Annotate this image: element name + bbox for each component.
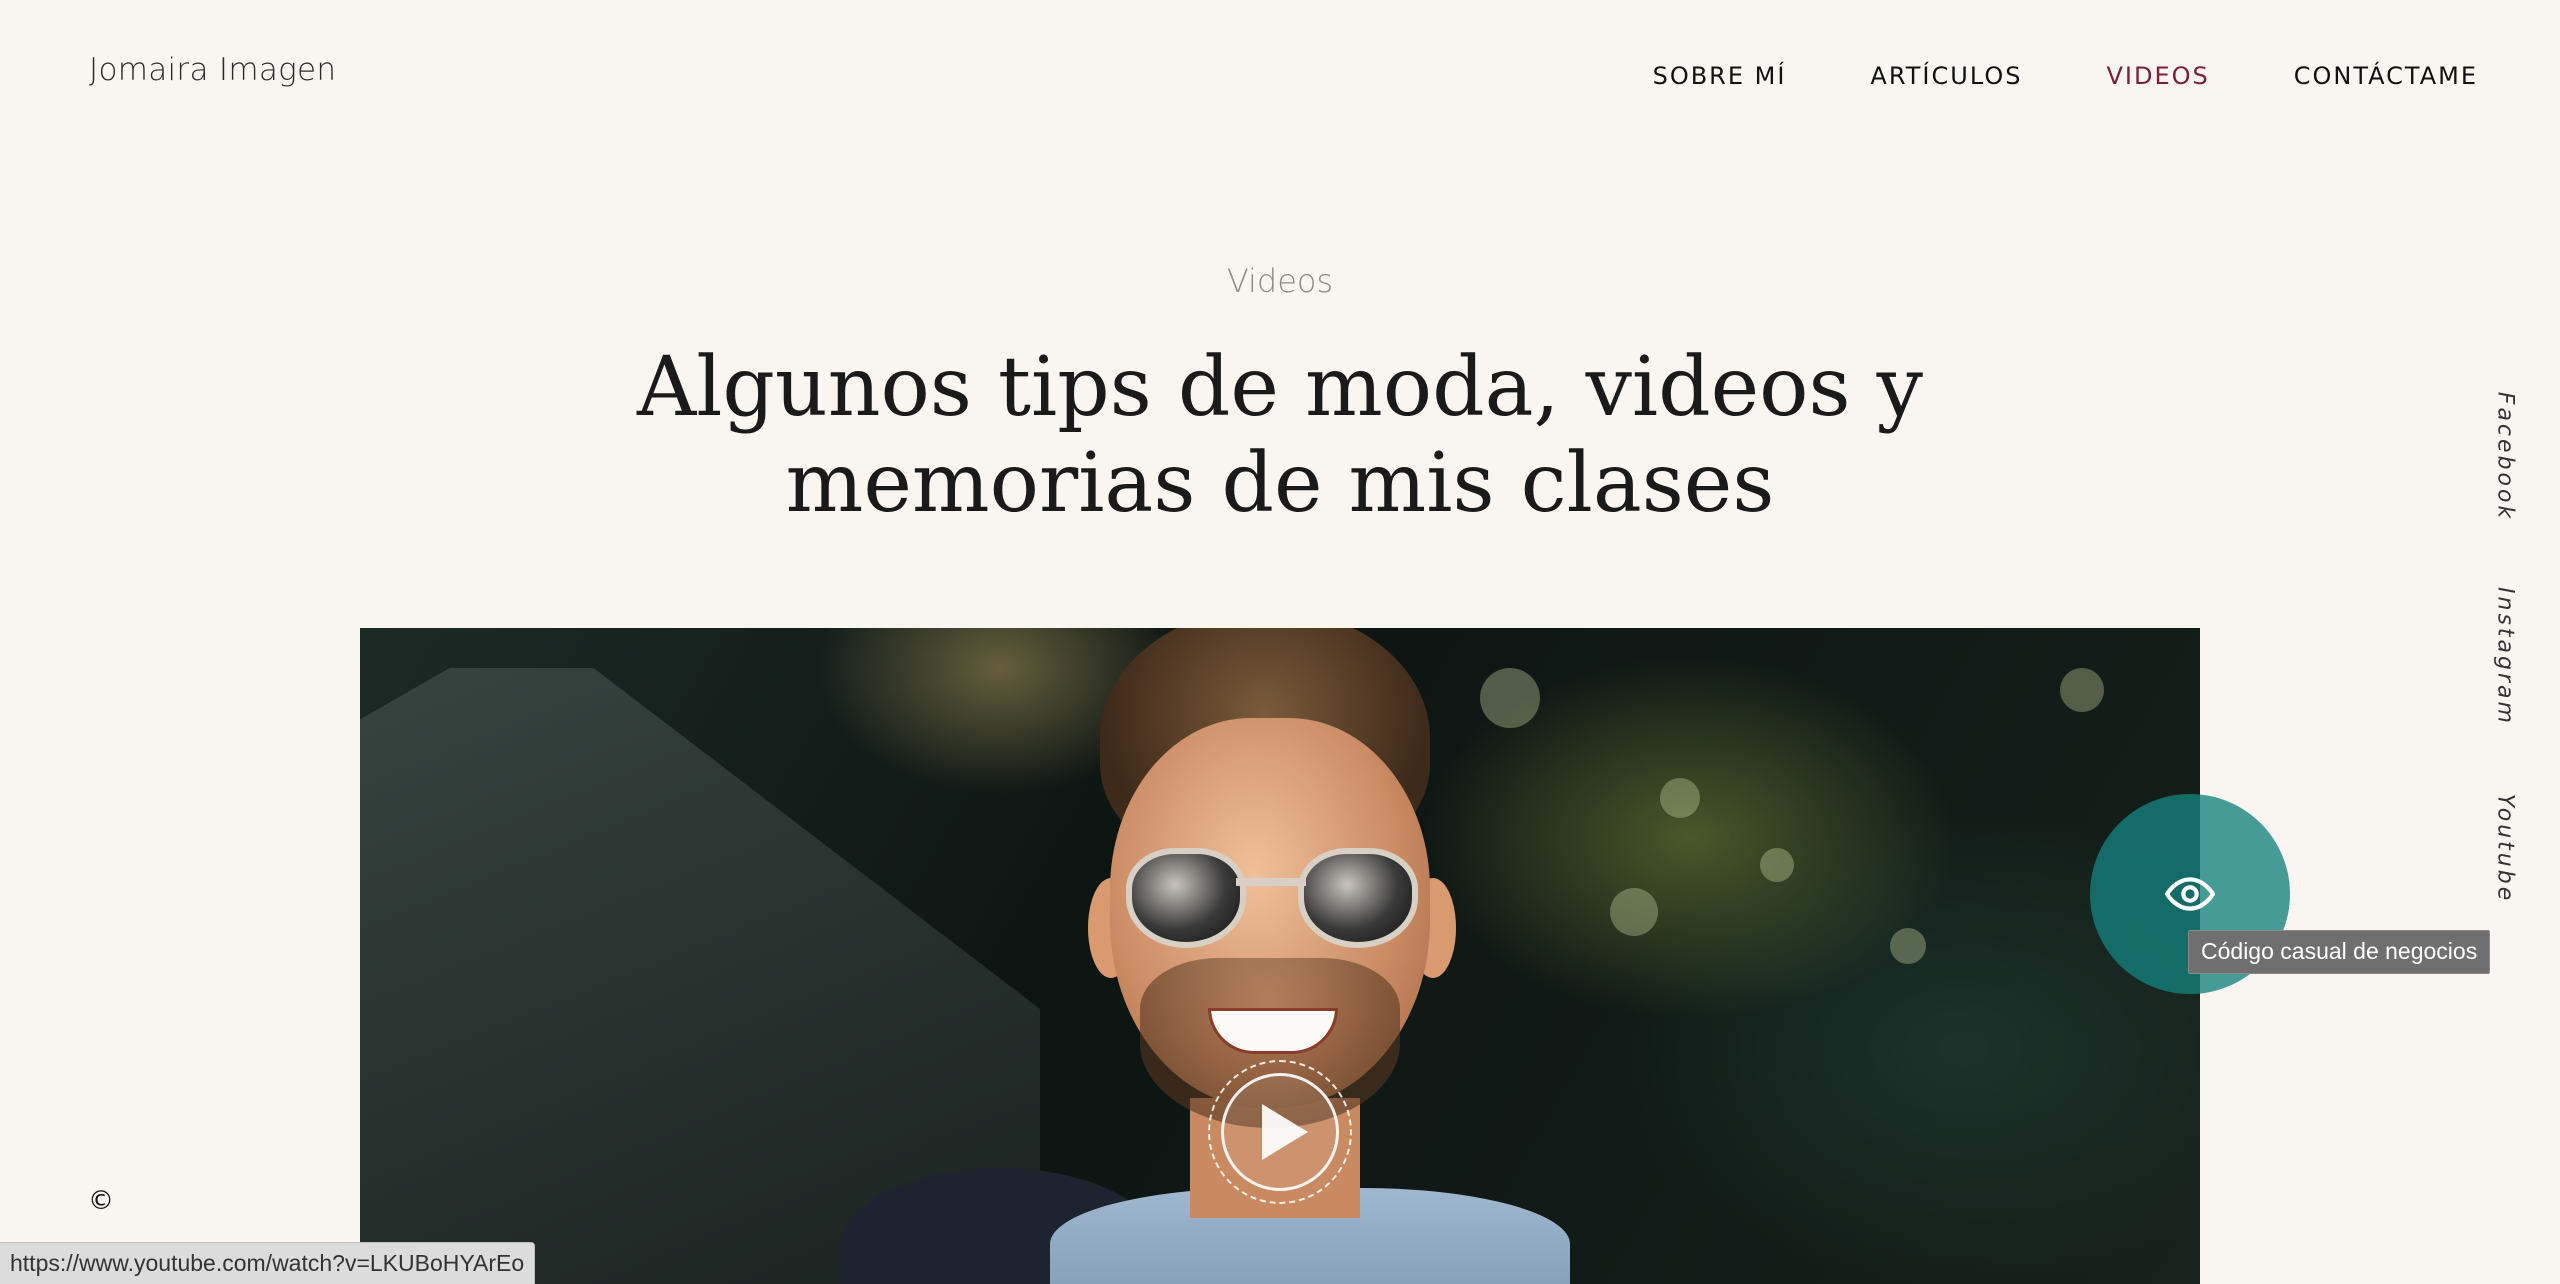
- video-thumbnail[interactable]: [360, 628, 2200, 1284]
- social-link-facebook[interactable]: Facebook: [2493, 392, 2518, 521]
- play-button-ring: [1221, 1073, 1339, 1191]
- sunglasses-bridge: [1236, 878, 1306, 886]
- page-title-line-2: memorias de mis clases: [785, 436, 1775, 531]
- eye-icon: [2165, 877, 2215, 911]
- sunglasses-lens: [1298, 848, 1418, 948]
- social-link-youtube[interactable]: Youtube: [2493, 794, 2518, 904]
- nav-item-contactame[interactable]: CONTÁCTAME: [2294, 62, 2478, 90]
- social-link-instagram[interactable]: Instagram: [2493, 587, 2518, 726]
- bokeh-light: [2060, 668, 2104, 712]
- browser-status-bar: https://www.youtube.com/watch?v=LKUBoHYA…: [0, 1242, 536, 1284]
- section-eyebrow: Videos: [1226, 262, 1334, 300]
- copyright-symbol: ©: [88, 1186, 114, 1216]
- person-photo: [840, 628, 1800, 1284]
- nav-item-sobre-mi[interactable]: SOBRE MÍ: [1653, 62, 1787, 90]
- main-nav: SOBRE MÍ ARTÍCULOS VIDEOS CONTÁCTAME: [1569, 62, 2478, 90]
- sunglasses-lens: [1126, 848, 1246, 948]
- nav-item-videos[interactable]: VIDEOS: [2106, 62, 2209, 90]
- status-url: https://www.youtube.com/watch?v=LKUBoHYA…: [10, 1250, 525, 1276]
- page-title-line-1: Algunos tips de moda, videos y: [636, 340, 1923, 435]
- play-icon: [1262, 1104, 1308, 1160]
- bokeh-light: [1890, 928, 1926, 964]
- site-logo[interactable]: Jomaira Imagen: [89, 52, 336, 88]
- play-button[interactable]: [1208, 1060, 1352, 1204]
- tooltip: Código casual de negocios: [2188, 930, 2491, 974]
- page-title: Algunos tips de moda, videos y memorias …: [0, 340, 2560, 532]
- nav-item-articulos[interactable]: ARTÍCULOS: [1870, 62, 2022, 90]
